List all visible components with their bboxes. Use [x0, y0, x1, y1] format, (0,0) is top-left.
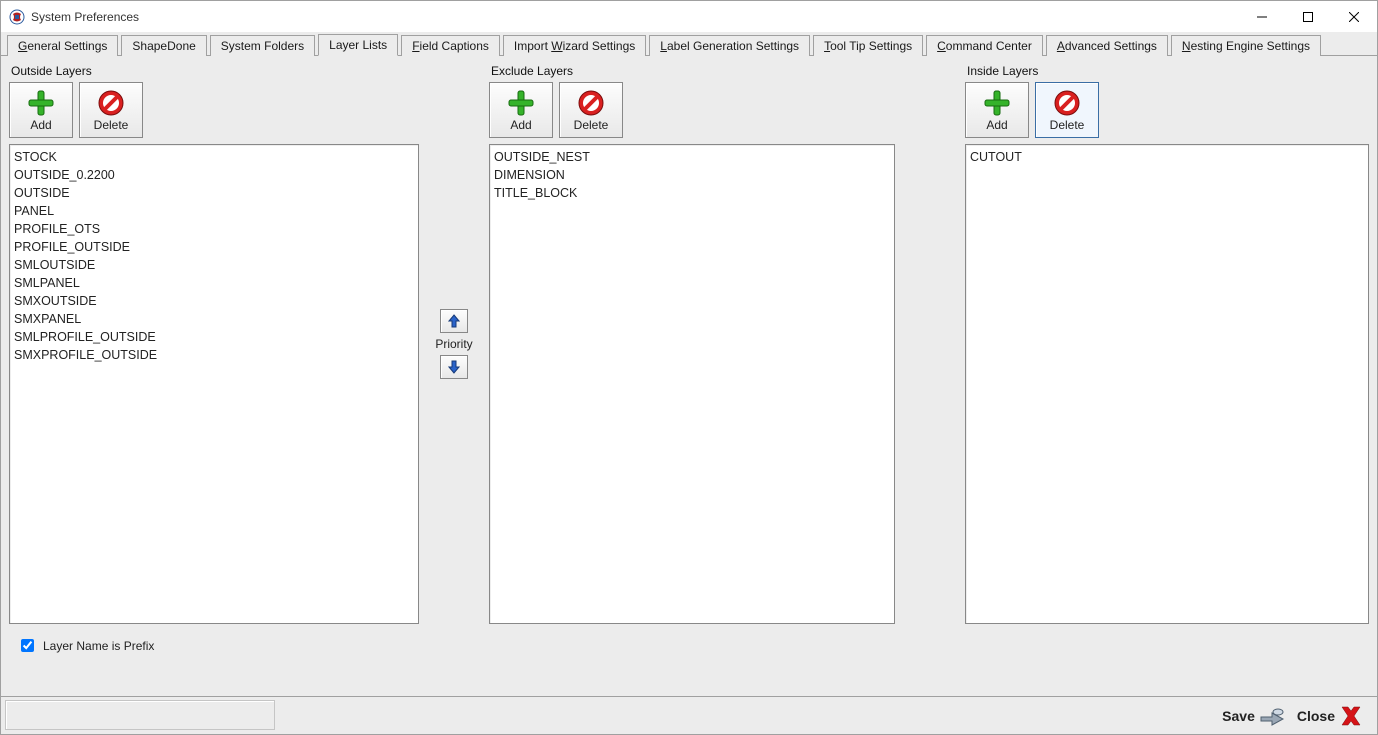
outside-delete-button[interactable]: Delete [79, 82, 143, 138]
tab-shapedone[interactable]: ShapeDone [121, 35, 206, 56]
titlebar: System Preferences [1, 1, 1377, 32]
list-item[interactable]: SMXPANEL [14, 310, 414, 328]
list-item[interactable]: SMLPROFILE_OUTSIDE [14, 328, 414, 346]
maximize-button[interactable] [1285, 1, 1331, 32]
close-x-icon [1339, 704, 1363, 728]
outside-button-row: Add Delete [9, 82, 419, 138]
priority-label: Priority [435, 337, 472, 351]
outside-delete-label: Delete [94, 119, 129, 131]
exclude-delete-label: Delete [574, 119, 609, 131]
close-window-button[interactable] [1331, 1, 1377, 32]
priority-up-button[interactable] [440, 309, 468, 333]
tab-layer-lists[interactable]: Layer Lists [318, 34, 398, 56]
arrow-up-icon [448, 314, 460, 328]
priority-down-button[interactable] [440, 355, 468, 379]
priority-stack: Priority [435, 309, 472, 379]
exclude-add-label: Add [510, 119, 531, 131]
columns: Outside Layers Add Delete [9, 64, 1369, 624]
app-icon [9, 9, 25, 25]
exclude-add-button[interactable]: Add [489, 82, 553, 138]
tab-label-generation-settings[interactable]: Label Generation Settings [649, 35, 810, 56]
content-area: Outside Layers Add Delete [1, 56, 1377, 696]
outside-layers-label: Outside Layers [11, 64, 419, 78]
list-item[interactable]: SMLPANEL [14, 274, 414, 292]
footer: Save Close [1, 696, 1377, 734]
no-entry-icon [1053, 89, 1081, 117]
exclude-delete-button[interactable]: Delete [559, 82, 623, 138]
list-item[interactable]: OUTSIDE [14, 184, 414, 202]
list-item[interactable]: CUTOUT [970, 148, 1364, 166]
tab-system-folders[interactable]: System Folders [210, 35, 315, 56]
layer-name-prefix-checkbox[interactable] [21, 639, 34, 652]
outside-add-label: Add [30, 119, 51, 131]
plus-icon [983, 89, 1011, 117]
exclude-layers-column: Exclude Layers Add Delete [489, 64, 895, 624]
minimize-button[interactable] [1239, 1, 1285, 32]
inside-delete-button[interactable]: Delete [1035, 82, 1099, 138]
close-button[interactable]: Close [1293, 702, 1367, 730]
list-item[interactable]: PROFILE_OUTSIDE [14, 238, 414, 256]
save-button[interactable]: Save [1218, 703, 1289, 729]
plus-icon [507, 89, 535, 117]
tabstrip: General SettingsShapeDoneSystem FoldersL… [1, 32, 1377, 56]
outside-layers-column: Outside Layers Add Delete [9, 64, 419, 624]
inside-layers-column: Inside Layers Add Delete [965, 64, 1369, 624]
list-item[interactable]: PANEL [14, 202, 414, 220]
tab-field-captions[interactable]: Field Captions [401, 35, 500, 56]
plus-icon [27, 89, 55, 117]
exclude-layers-label: Exclude Layers [491, 64, 895, 78]
inside-button-row: Add Delete [965, 82, 1369, 138]
window-title: System Preferences [31, 10, 139, 24]
tab-general-settings[interactable]: General Settings [7, 35, 118, 56]
list-item[interactable]: SMXPROFILE_OUTSIDE [14, 346, 414, 364]
list-item[interactable]: DIMENSION [494, 166, 890, 184]
inside-delete-label: Delete [1050, 119, 1085, 131]
tab-advanced-settings[interactable]: Advanced Settings [1046, 35, 1168, 56]
close-label: Close [1297, 708, 1335, 724]
prefix-checkbox-row: Layer Name is Prefix [9, 636, 1369, 655]
outside-add-button[interactable]: Add [9, 82, 73, 138]
arrow-down-icon [448, 360, 460, 374]
list-item[interactable]: SMXOUTSIDE [14, 292, 414, 310]
priority-column: Priority [419, 64, 489, 624]
inside-add-label: Add [986, 119, 1007, 131]
layer-name-prefix-label[interactable]: Layer Name is Prefix [43, 639, 154, 653]
tab-command-center[interactable]: Command Center [926, 35, 1043, 56]
no-entry-icon [97, 89, 125, 117]
inside-layers-label: Inside Layers [967, 64, 1369, 78]
list-item[interactable]: PROFILE_OTS [14, 220, 414, 238]
no-entry-icon [577, 89, 605, 117]
tab-import-wizard-settings[interactable]: Import Wizard Settings [503, 35, 646, 56]
list-item[interactable]: OUTSIDE_NEST [494, 148, 890, 166]
window-controls [1239, 1, 1377, 32]
inside-add-button[interactable]: Add [965, 82, 1029, 138]
status-panel [5, 700, 275, 730]
spacer [895, 64, 965, 624]
save-icon [1259, 705, 1285, 727]
inside-layers-listbox[interactable]: CUTOUT [965, 144, 1369, 624]
window: System Preferences General SettingsShape… [0, 0, 1378, 735]
tab-tool-tip-settings[interactable]: Tool Tip Settings [813, 35, 923, 56]
titlebar-left: System Preferences [9, 9, 139, 25]
tab-nesting-engine-settings[interactable]: Nesting Engine Settings [1171, 35, 1321, 56]
save-label: Save [1222, 708, 1255, 724]
list-item[interactable]: STOCK [14, 148, 414, 166]
exclude-button-row: Add Delete [489, 82, 895, 138]
list-item[interactable]: SMLOUTSIDE [14, 256, 414, 274]
list-item[interactable]: TITLE_BLOCK [494, 184, 890, 202]
list-item[interactable]: OUTSIDE_0.2200 [14, 166, 414, 184]
outside-layers-listbox[interactable]: STOCKOUTSIDE_0.2200OUTSIDEPANELPROFILE_O… [9, 144, 419, 624]
exclude-layers-listbox[interactable]: OUTSIDE_NESTDIMENSIONTITLE_BLOCK [489, 144, 895, 624]
